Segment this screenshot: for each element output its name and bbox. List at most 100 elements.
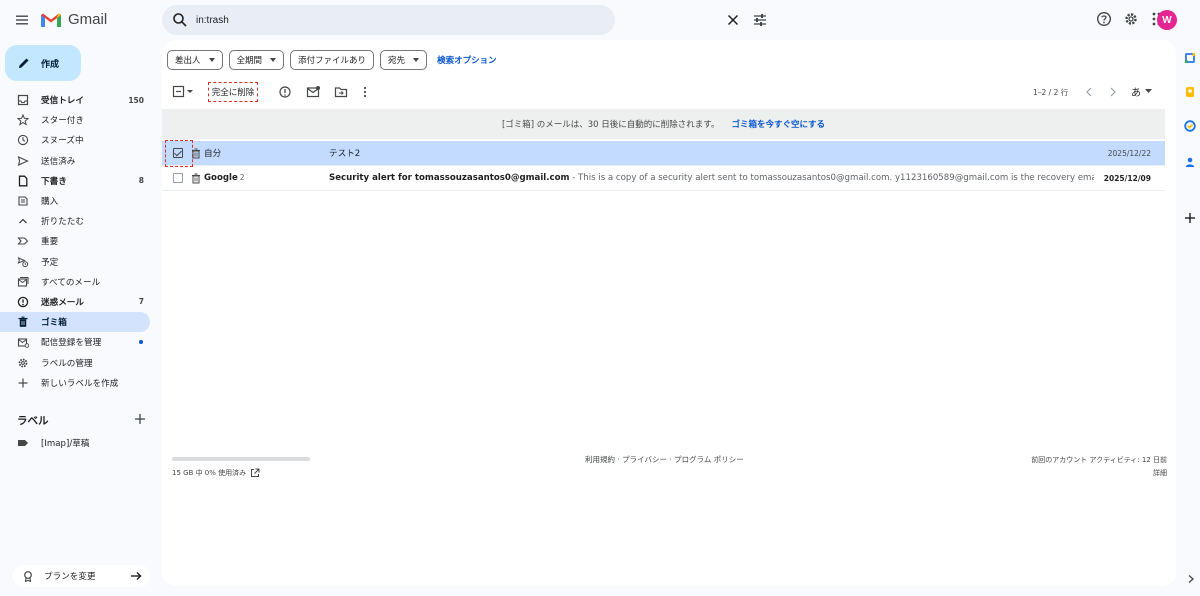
draft-icon xyxy=(17,175,29,187)
trash-info-banner: [ゴミ箱] のメールは、30 日後に自動的に削除されます。 ゴミ箱を今すぐ空にす… xyxy=(162,109,1165,139)
email-date: 2025/12/09 xyxy=(1103,173,1151,183)
sidebar-item-allmail[interactable]: すべてのメール xyxy=(0,272,160,292)
search-input[interactable] xyxy=(196,11,536,29)
sidebar-item-less[interactable]: 折りたたむ xyxy=(0,211,160,231)
sidebar-item-starred[interactable]: スター付き xyxy=(0,110,160,130)
delete-forever-button[interactable]: 完全に削除 xyxy=(208,82,258,102)
email-row[interactable]: 自分 テスト2 2025/12/22 xyxy=(162,140,1165,167)
next-page-icon[interactable] xyxy=(1108,85,1118,99)
account-avatar[interactable]: W xyxy=(1157,10,1177,30)
subject-text: テスト2 xyxy=(329,149,361,159)
hide-side-panel-chevron-icon[interactable] xyxy=(1186,574,1196,584)
keep-icon[interactable] xyxy=(1184,86,1196,98)
sidebar-item-label: 購入 xyxy=(41,197,59,208)
caret-down-icon xyxy=(208,58,215,62)
activity-details-link[interactable]: 詳細 xyxy=(1031,467,1167,480)
advanced-search-link[interactable]: 検索オプション xyxy=(437,54,497,66)
email-sender: Google 2 xyxy=(204,173,245,183)
sidebar-item-important[interactable]: 重要 xyxy=(0,231,160,251)
filter-chip-to[interactable]: 宛先 xyxy=(380,50,428,70)
pagination-range: 1–2 / 2 行 xyxy=(1033,88,1069,97)
clear-search-icon[interactable] xyxy=(725,12,741,28)
sidebar-item-label: 受信トレイ xyxy=(41,96,84,107)
sidebar-item-purchases[interactable]: 購入 xyxy=(0,191,160,211)
label-item-imap-draft[interactable]: [Imap]/草稿 xyxy=(17,437,89,449)
sidebar-nav: 受信トレイ 150 スター付きスヌーズ中送信済み下書き 8 購入折りたたむ重要予定すべて… xyxy=(0,90,160,393)
storage-text: 15 GB 中 0% 使用済み xyxy=(172,469,247,477)
change-plan-button[interactable]: プランを変更 xyxy=(12,565,150,587)
sidebar-item-label: 配信登録を管理 xyxy=(41,338,102,349)
mail-main-panel: 差出人 全期間 添付ファイルあり 宛先 検索オプション 完全に削除 1–2 / … xyxy=(162,40,1176,586)
compose-label: 作成 xyxy=(41,59,60,70)
compose-button[interactable]: 作成 xyxy=(5,45,81,81)
subscriptions-icon xyxy=(17,336,29,349)
sender-name: Google xyxy=(204,173,238,183)
move-to-folder-icon[interactable] xyxy=(334,85,348,99)
add-label-plus-icon[interactable] xyxy=(134,413,146,425)
row-checkbox[interactable] xyxy=(173,173,183,183)
prev-page-icon[interactable] xyxy=(1084,85,1094,99)
plan-badge-icon xyxy=(22,570,34,582)
select-checkbox-dropdown-icon[interactable] xyxy=(172,85,194,99)
more-options-icon[interactable] xyxy=(360,85,370,99)
filter-chip-from[interactable]: 差出人 xyxy=(167,50,223,70)
sidebar-item-drafts[interactable]: 下書き 8 xyxy=(0,171,160,191)
gmail-m-icon xyxy=(40,12,62,28)
tasks-icon[interactable] xyxy=(1184,120,1196,132)
email-sender: 自分 xyxy=(204,147,221,159)
search-icon[interactable] xyxy=(172,12,188,28)
checkbox-highlight-box xyxy=(165,140,193,167)
help-icon[interactable] xyxy=(1096,11,1112,27)
email-list: 自分 テスト2 2025/12/22 Google 2 Security aler… xyxy=(162,140,1165,191)
email-subject: Security alert for tomassouzasantos0@gma… xyxy=(329,173,1094,183)
input-tools-label: あ xyxy=(1131,88,1141,99)
calendar-icon[interactable] xyxy=(1184,52,1196,64)
new-activity-dot xyxy=(139,340,143,345)
open-in-new-icon[interactable] xyxy=(250,468,260,478)
contacts-icon[interactable] xyxy=(1184,156,1196,168)
search-bar xyxy=(162,5,766,35)
labels-header: ラベル xyxy=(17,415,49,427)
star-icon xyxy=(17,114,29,126)
sidebar-item-subscriptions[interactable]: 配信登録を管理 xyxy=(0,332,160,352)
app-name: Gmail xyxy=(68,11,108,28)
chip-label: 全期間 xyxy=(236,56,263,66)
report-spam-icon[interactable] xyxy=(278,85,292,99)
all-mail-icon xyxy=(17,276,29,288)
sidebar-item-trash[interactable]: ゴミ箱 xyxy=(0,312,150,333)
sidebar-item-label: 新しいラベルを作成 xyxy=(41,378,119,389)
search-filter-chips: 差出人 全期間 添付ファイルあり 宛先 検索オプション xyxy=(167,50,497,70)
footer-links[interactable]: 利用規約 · プライバシー · プログラム ポリシー xyxy=(585,454,744,465)
sidebar-item-label: 下書き xyxy=(41,176,67,187)
sidebar-item-label: スヌーズ中 xyxy=(41,136,84,147)
mark-unread-icon[interactable] xyxy=(306,85,320,99)
subject-text: Security alert for tomassouzasantos0@gma… xyxy=(329,173,570,183)
important-icon xyxy=(17,235,29,247)
sidebar-item-inbox[interactable]: 受信トレイ 150 xyxy=(0,90,160,110)
filter-chip-any-time[interactable]: 全期間 xyxy=(228,50,285,70)
send-icon xyxy=(17,155,29,167)
get-addons-plus-icon[interactable] xyxy=(1184,212,1196,224)
sidebar-item-scheduled[interactable]: 予定 xyxy=(0,252,160,272)
sidebar-item-sent[interactable]: 送信済み xyxy=(0,151,160,171)
sidebar-item-label: 重要 xyxy=(41,237,59,248)
gmail-logo[interactable]: Gmail xyxy=(40,11,107,28)
sidebar-item-count: 8 xyxy=(138,176,144,186)
sidebar-item-spam[interactable]: 迷惑メール 7 xyxy=(0,292,160,312)
sidebar-item-new-label[interactable]: 新しいラベルを作成 xyxy=(0,373,160,393)
empty-trash-link[interactable]: ゴミ箱を今すぐ空にする xyxy=(731,118,825,130)
label-item-label: [Imap]/草稿 xyxy=(41,439,90,449)
email-row[interactable]: Google 2 Security alert for tomassouzasan… xyxy=(162,166,1165,191)
settings-gear-icon[interactable] xyxy=(1123,11,1139,27)
filter-chip-has-attachment[interactable]: 添付ファイルあり xyxy=(290,50,375,70)
main-menu-icon[interactable] xyxy=(14,12,30,28)
input-tools-button[interactable]: あ xyxy=(1131,84,1152,99)
sidebar-item-manage-labels[interactable]: ラベルの管理 xyxy=(0,352,160,372)
sidebar-item-snoozed[interactable]: スヌーズ中 xyxy=(0,130,160,150)
search-options-icon[interactable] xyxy=(752,12,768,28)
sidebar-item-label: すべてのメール xyxy=(41,277,101,288)
plus-icon xyxy=(17,377,29,389)
account-activity: 前回のアカウント アクティビティ: 12 日前 詳細 xyxy=(1031,454,1167,480)
chevron-up-icon xyxy=(17,215,29,227)
sidebar-item-label: ゴミ箱 xyxy=(41,318,67,329)
